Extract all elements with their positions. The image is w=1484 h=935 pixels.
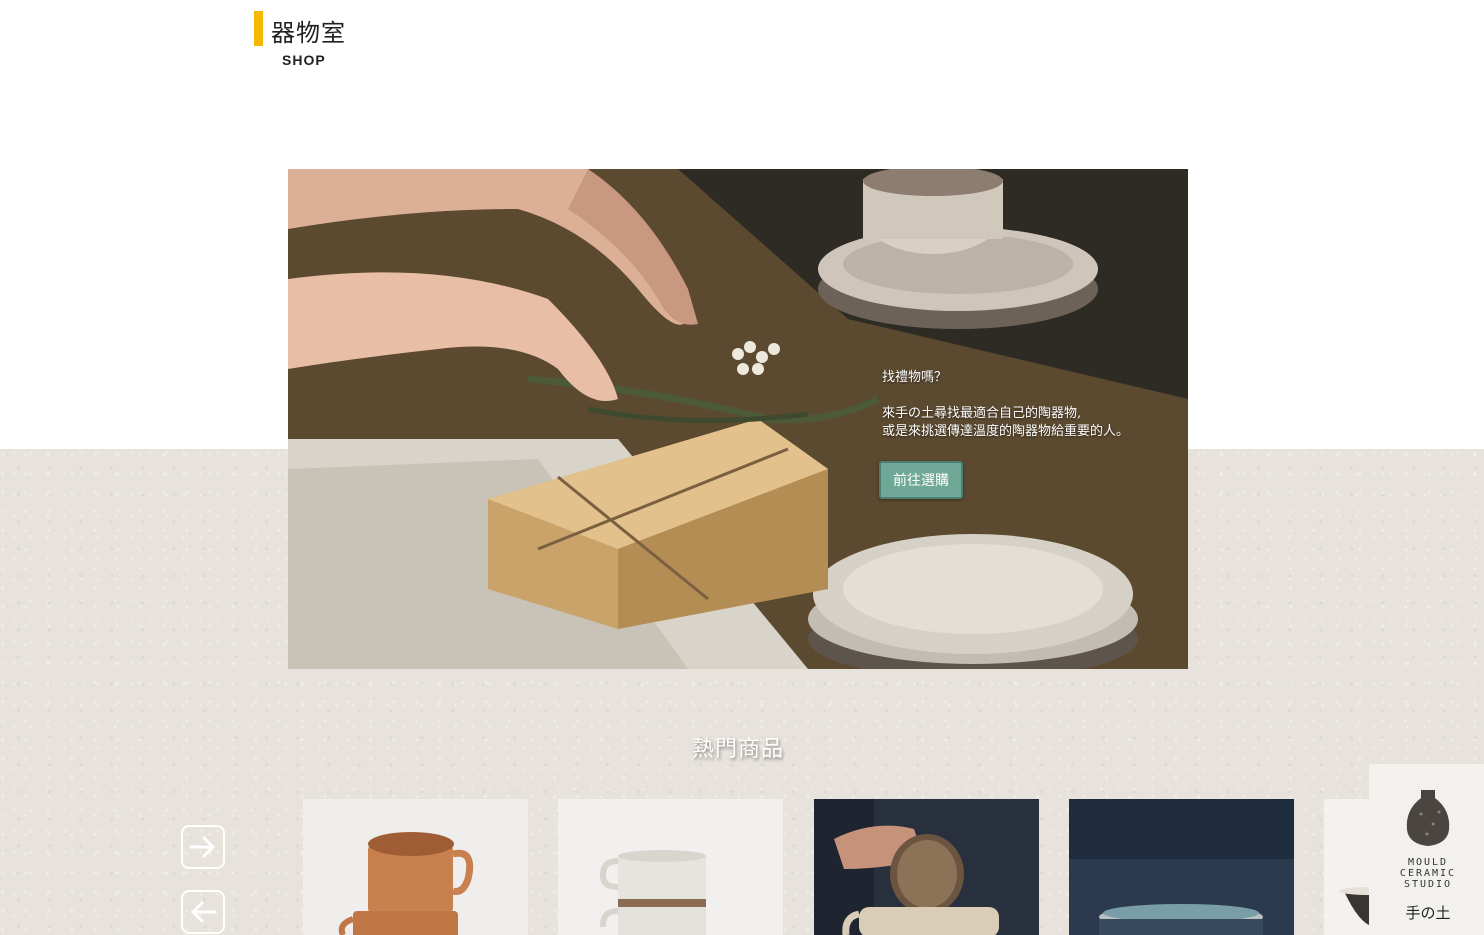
product-image — [1324, 799, 1374, 935]
product-card-orange-mugs[interactable] — [303, 799, 528, 935]
arrow-right-icon — [189, 836, 215, 858]
hero-line-1: 來手の土尋找最適合自己的陶器物, — [882, 406, 1082, 421]
studio-badge[interactable]: MOULD CERAMIC STUDIO 手の土 — [1369, 764, 1484, 935]
badge-line-3: STUDIO — [1403, 879, 1453, 890]
arrow-left-icon — [191, 901, 217, 923]
product-card-bowl[interactable] — [1324, 799, 1374, 935]
badge-studio-name: 手の土 — [1405, 904, 1451, 922]
product-card-teapot[interactable] — [814, 799, 1039, 935]
product-image — [814, 799, 1039, 935]
site-logo[interactable]: 器物室 SHOP — [254, 11, 364, 71]
product-image — [558, 799, 783, 935]
logo-accent-bar — [254, 11, 263, 46]
product-card-white-cups[interactable] — [558, 799, 783, 935]
logo-subtitle: SHOP — [282, 52, 326, 68]
vase-icon — [1406, 790, 1450, 846]
badge-line-2: CERAMIC — [1399, 868, 1457, 879]
hero-banner: 找禮物嗎？ 來手の土尋找最適合自己的陶器物, 或是來挑選傳達溫度的陶器物給重要的… — [288, 169, 1188, 669]
badge-wordmark: MOULD CERAMIC STUDIO — [1369, 857, 1484, 890]
hero-question: 找禮物嗎？ — [882, 370, 948, 385]
logo-title: 器物室 — [271, 19, 346, 47]
carousel-prev-button[interactable] — [181, 890, 225, 934]
shop-now-button[interactable]: 前往選購 — [879, 461, 963, 499]
hero-line-2: 或是來挑選傳達溫度的陶器物給重要的人。 — [882, 424, 1130, 439]
hero-copy: 找禮物嗎？ 來手の土尋找最適合自己的陶器物, 或是來挑選傳達溫度的陶器物給重要的… — [882, 369, 1129, 441]
product-image — [303, 799, 528, 935]
popular-products-title: 熱門商品 — [691, 737, 784, 762]
product-card-plate[interactable] — [1069, 799, 1294, 935]
product-image — [1069, 799, 1294, 935]
carousel-next-button[interactable] — [181, 825, 225, 869]
badge-line-1: MOULD — [1407, 857, 1449, 868]
